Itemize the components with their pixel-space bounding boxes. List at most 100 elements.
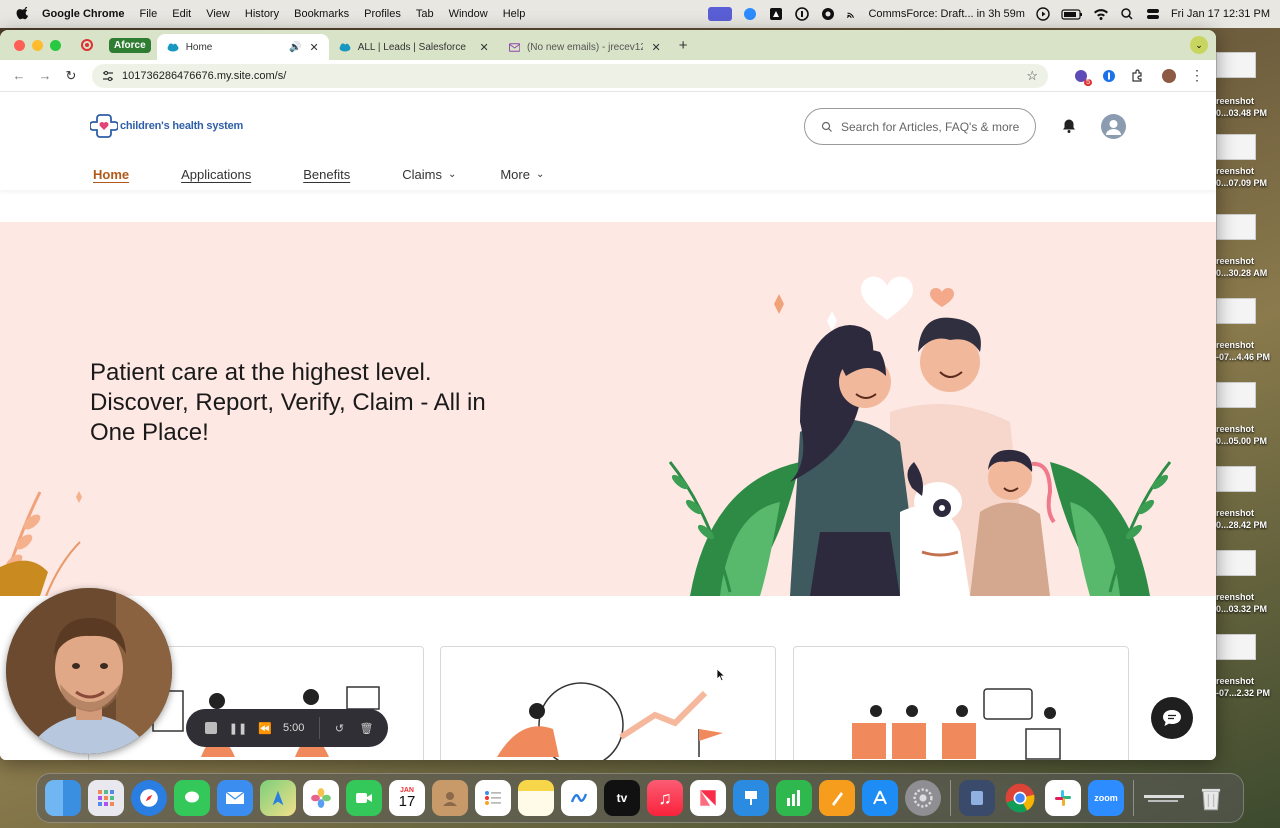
trash-icon[interactable] <box>1193 780 1229 816</box>
chat-support-button[interactable] <box>1151 697 1193 739</box>
stop-recording-button[interactable] <box>202 719 220 737</box>
extensions-puzzle-icon[interactable] <box>1130 68 1144 83</box>
menu-bookmarks[interactable]: Bookmarks <box>294 8 349 20</box>
messages-icon[interactable] <box>174 780 210 816</box>
zoom-status-icon[interactable] <box>742 7 758 21</box>
address-bar[interactable]: 101736286476676.my.site.com/s/ ☆ <box>92 63 1048 88</box>
maps-icon[interactable] <box>260 780 296 816</box>
desktop-file[interactable]: reenshot 0...28.42 PM <box>1216 466 1280 546</box>
desktop-file[interactable]: reenshot 0...30.28 AM <box>1216 214 1280 294</box>
reminders-icon[interactable] <box>475 780 511 816</box>
launchpad-icon[interactable] <box>88 780 124 816</box>
nav-applications[interactable]: Applications <box>181 167 251 182</box>
close-window-button[interactable] <box>14 39 25 51</box>
site-logo[interactable]: children's health system <box>90 112 243 140</box>
notifications-bell-icon[interactable] <box>1061 118 1077 134</box>
restart-icon[interactable]: ↺ <box>330 719 348 737</box>
nav-home[interactable]: Home <box>93 167 129 182</box>
tab-home[interactable]: Home 🔊 ✕ <box>156 34 329 60</box>
reload-button[interactable]: ↻ <box>64 68 78 83</box>
finder-icon[interactable] <box>45 780 81 816</box>
nav-more-dropdown[interactable]: More ⌄ <box>500 167 544 182</box>
bookmark-star-icon[interactable]: ☆ <box>1026 68 1038 84</box>
desktop-file[interactable]: reenshot -07...4.46 PM <box>1216 298 1280 378</box>
control-center-icon[interactable] <box>1145 7 1161 21</box>
wifi-icon[interactable] <box>1093 7 1109 21</box>
tab-group-chip[interactable]: Aforce <box>109 37 151 53</box>
menubar-datetime[interactable]: Fri Jan 17 12:31 PM <box>1171 8 1270 20</box>
apple-menu-icon[interactable] <box>16 7 30 21</box>
close-tab-icon[interactable]: ✕ <box>643 41 660 54</box>
forward-button[interactable]: → <box>38 68 52 83</box>
recording-indicator-icon[interactable] <box>81 39 93 51</box>
tab-audio-icon[interactable]: 🔊 <box>289 42 301 53</box>
desktop-file[interactable]: reenshot 0...03.32 PM <box>1216 550 1280 630</box>
app-store-icon[interactable] <box>862 780 898 816</box>
desktop-file[interactable]: reenshot 0...05.00 PM <box>1216 382 1280 462</box>
feature-card[interactable] <box>440 646 776 760</box>
chatgpt-icon[interactable] <box>820 7 836 21</box>
webcam-bubble[interactable] <box>6 588 172 754</box>
user-avatar[interactable] <box>1101 114 1126 139</box>
nav-benefits[interactable]: Benefits <box>303 167 350 182</box>
menu-help[interactable]: Help <box>503 8 526 20</box>
site-info-icon[interactable] <box>102 70 114 82</box>
photos-icon[interactable] <box>303 780 339 816</box>
desktop-file[interactable]: reenshot -07...2.32 PM <box>1216 634 1280 714</box>
tab-search-chevron-icon[interactable]: ⌄ <box>1190 36 1208 54</box>
menu-edit[interactable]: Edit <box>172 8 191 20</box>
minimize-window-button[interactable] <box>32 39 43 51</box>
contacts-icon[interactable] <box>432 780 468 816</box>
spotlight-search-icon[interactable] <box>1119 7 1135 21</box>
site-search-input[interactable]: Search for Articles, FAQ's & more <box>804 108 1036 145</box>
chrome-menu-icon[interactable]: ⋮ <box>1190 67 1204 84</box>
back-button[interactable]: ← <box>12 68 26 83</box>
calendar-icon[interactable]: JAN 17 <box>389 780 425 816</box>
drive-icon[interactable] <box>768 7 784 21</box>
preview-icon[interactable] <box>959 780 995 816</box>
notes-icon[interactable] <box>518 780 554 816</box>
feature-card[interactable] <box>793 646 1129 760</box>
menu-window[interactable]: Window <box>449 8 488 20</box>
menu-tab[interactable]: Tab <box>416 8 434 20</box>
onepassword-extension-icon[interactable] <box>1102 69 1116 83</box>
battery-icon[interactable] <box>1061 7 1083 21</box>
freeform-icon[interactable] <box>561 780 597 816</box>
system-settings-icon[interactable] <box>905 780 941 816</box>
nav-claims-dropdown[interactable]: Claims ⌄ <box>402 167 456 182</box>
menu-history[interactable]: History <box>245 8 279 20</box>
keynote-icon[interactable] <box>733 780 769 816</box>
screen-share-icon[interactable] <box>708 7 733 21</box>
pause-icon[interactable]: ❚❚ <box>229 719 247 737</box>
new-tab-button[interactable]: + <box>679 37 688 54</box>
profile-avatar[interactable] <box>1162 68 1176 83</box>
tab-email[interactable]: (No new emails) - jrecev1234 ✕ <box>499 34 671 60</box>
apple-tv-icon[interactable]: tv <box>604 780 640 816</box>
menu-app-name[interactable]: Google Chrome <box>42 8 125 20</box>
downloads-stack-icon[interactable] <box>1142 780 1186 816</box>
menu-file[interactable]: File <box>140 8 158 20</box>
desktop-file[interactable]: 0...03.48 PM reenshot <box>1216 46 1280 126</box>
desktop-file[interactable]: reenshot 0...07.09 PM <box>1216 130 1280 210</box>
music-icon[interactable]: ♫ <box>647 780 683 816</box>
mail-icon[interactable] <box>217 780 253 816</box>
menu-profiles[interactable]: Profiles <box>364 8 401 20</box>
chrome-icon[interactable] <box>1002 780 1038 816</box>
cast-icon[interactable] <box>846 7 858 21</box>
close-tab-icon[interactable]: ✕ <box>301 41 318 54</box>
menu-view[interactable]: View <box>206 8 230 20</box>
facetime-icon[interactable] <box>346 780 382 816</box>
calendar-status-text[interactable]: CommsForce: Draft... in 3h 59m <box>868 8 1025 20</box>
rewind-icon[interactable]: ⏪ <box>256 719 274 737</box>
close-tab-icon[interactable]: ✕ <box>471 41 488 54</box>
pages-icon[interactable] <box>819 780 855 816</box>
onepassword-icon[interactable] <box>794 7 810 21</box>
trash-icon[interactable]: 🗑 <box>357 719 375 737</box>
numbers-icon[interactable] <box>776 780 812 816</box>
play-icon[interactable] <box>1035 7 1051 21</box>
zoom-app-icon[interactable]: zoom <box>1088 780 1124 816</box>
news-icon[interactable] <box>690 780 726 816</box>
zoom-window-button[interactable] <box>50 39 61 51</box>
slack-icon[interactable] <box>1045 780 1081 816</box>
extension-icon[interactable]: 5 <box>1074 69 1092 86</box>
